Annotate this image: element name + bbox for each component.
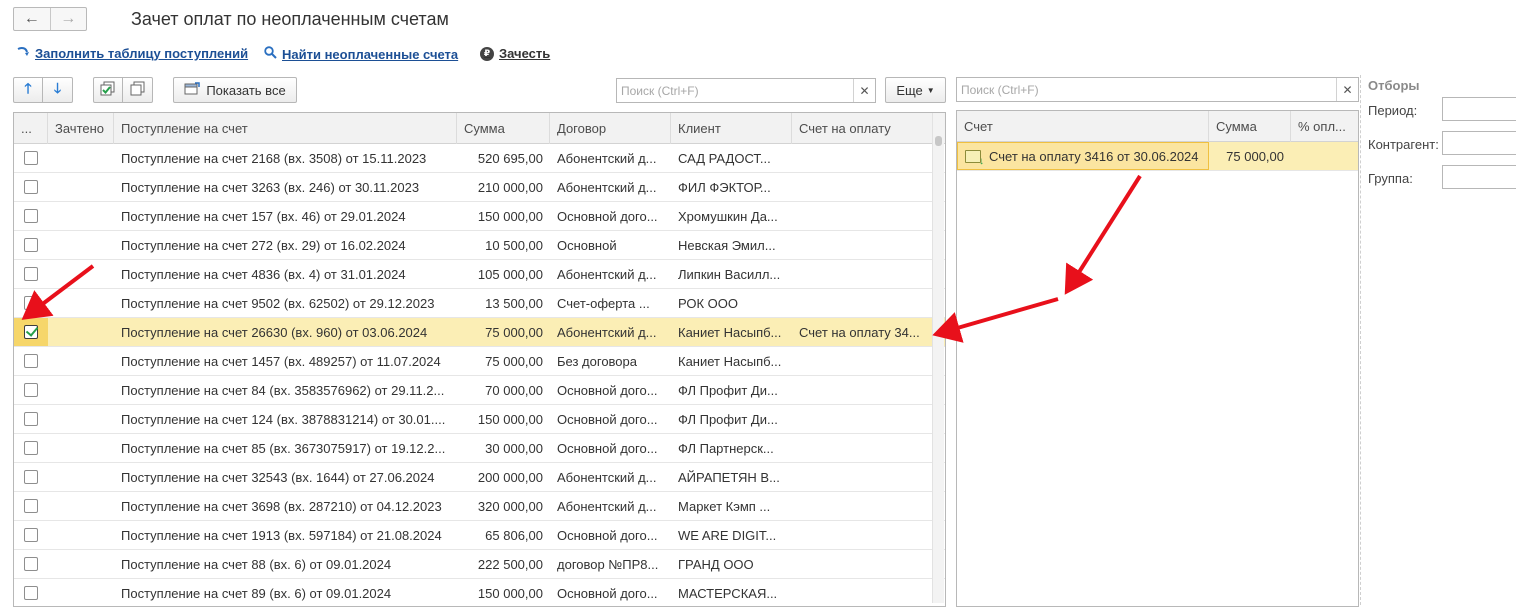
annotation-arrow-to-receipt bbox=[932, 297, 1059, 343]
annotation-arrow-from-invoice bbox=[1064, 174, 1142, 295]
annotation-arrows bbox=[21, 174, 1142, 343]
annotation-arrow-checkbox bbox=[21, 264, 95, 320]
